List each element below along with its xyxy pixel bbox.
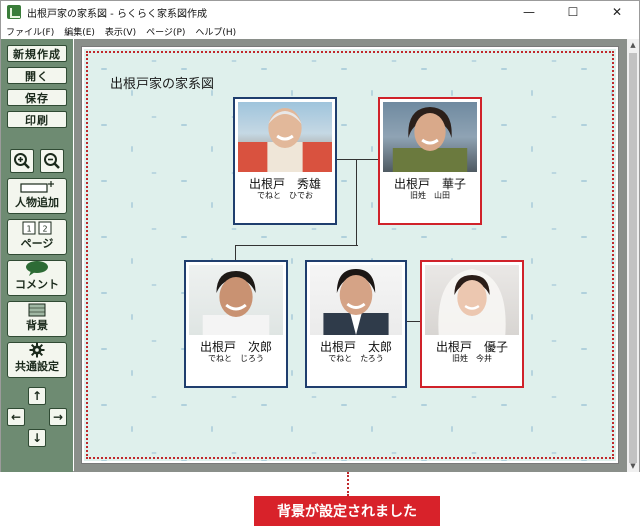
common-settings-button[interactable]: 共通設定: [7, 342, 67, 378]
common-settings-label: 共通設定: [15, 360, 59, 373]
sibling-line: [235, 245, 358, 246]
window-title: 出根戸家の家系図 - らくらく家系図作成: [27, 8, 207, 20]
background-label: 背景: [26, 319, 48, 332]
family-tree-page[interactable]: 出根戸家の家系図 出根戸 秀雄 でねと ひでお 出根戸 華子 旧姓 山田 出根戸…: [81, 46, 619, 464]
person-photo: [238, 102, 332, 172]
menu-edit[interactable]: 編集(E): [59, 25, 100, 38]
person-card-jiro[interactable]: 出根戸 次郎 でねと じろう: [184, 260, 288, 388]
arrow-left-icon: ←: [10, 410, 22, 424]
zoom-out-button[interactable]: [40, 149, 64, 173]
save-button[interactable]: 保存: [7, 89, 67, 106]
scroll-down-arrow-icon[interactable]: ▼: [627, 460, 639, 472]
arrow-up-icon: ↑: [31, 389, 43, 403]
scroll-up-button[interactable]: ↑: [28, 387, 46, 405]
selection-border: [86, 51, 614, 459]
background-button[interactable]: 背景: [7, 301, 67, 337]
person-card-yuko[interactable]: 出根戸 優子 旧姓 今井: [420, 260, 524, 388]
tool-sidebar: 新規作成 開く 保存 印刷 人物追加 1 2 ページ コメント 背景 共通設定 …: [1, 39, 73, 472]
add-person-button[interactable]: 人物追加: [7, 178, 67, 214]
page-label: ページ: [20, 237, 54, 250]
scroll-down-button[interactable]: ↓: [28, 429, 46, 447]
comment-button[interactable]: コメント: [7, 260, 67, 296]
scroll-up-arrow-icon[interactable]: ▲: [627, 39, 639, 51]
menu-page[interactable]: ページ(P): [141, 25, 190, 38]
canvas-area: 出根戸家の家系図 出根戸 秀雄 でねと ひでお 出根戸 華子 旧姓 山田 出根戸…: [74, 39, 627, 472]
person-card-hanako[interactable]: 出根戸 華子 旧姓 山田: [378, 97, 482, 225]
status-banner: 背景が設定されました: [254, 496, 440, 526]
descent-line: [356, 159, 357, 245]
portrait-image: [323, 269, 389, 335]
person-reading: でねと たろう: [328, 354, 384, 363]
app-icon: [7, 5, 21, 19]
callout-connector: [347, 472, 349, 496]
arrow-down-icon: ↓: [31, 431, 43, 445]
title-bar: 出根戸家の家系図 - らくらく家系図作成 — ☐ ✕: [1, 1, 639, 23]
person-reading: でねと じろう: [208, 354, 264, 363]
menu-help[interactable]: ヘルプ(H): [190, 25, 241, 38]
add-person-label: 人物追加: [15, 196, 59, 209]
minimize-button[interactable]: —: [507, 1, 551, 23]
close-button[interactable]: ✕: [595, 1, 639, 23]
person-reading: でねと ひでお: [257, 191, 313, 200]
scrollbar-thumb[interactable]: [629, 53, 637, 463]
comment-icon: [26, 261, 48, 276]
zoom-in-icon: [14, 153, 30, 169]
page-icon-num-1: 1: [26, 224, 31, 233]
zoom-out-icon: [44, 153, 60, 169]
open-button[interactable]: 開く: [7, 67, 67, 84]
portrait-image: [238, 108, 332, 172]
person-photo: [310, 265, 402, 335]
maximize-button[interactable]: ☐: [551, 1, 595, 23]
person-photo: [189, 265, 283, 335]
person-photo: [383, 102, 477, 172]
child-line-jiro: [235, 245, 236, 260]
person-maiden-name: 旧姓 山田: [410, 191, 450, 200]
person-maiden-name: 旧姓 今井: [452, 354, 492, 363]
marriage-line-parents: [337, 159, 378, 160]
app-window: 出根戸家の家系図 - らくらく家系図作成 — ☐ ✕ ファイル(F) 編集(E)…: [0, 0, 640, 472]
menu-view[interactable]: 表示(V): [100, 25, 141, 38]
menu-file[interactable]: ファイル(F): [1, 25, 59, 38]
page-icon: 1 2: [22, 221, 52, 234]
person-card-hideo[interactable]: 出根戸 秀雄 でねと ひでお: [233, 97, 337, 225]
background-icon: [28, 303, 46, 316]
add-person-icon: [20, 180, 54, 193]
portrait-image: [202, 271, 270, 335]
comment-label: コメント: [15, 278, 59, 291]
scroll-left-button[interactable]: ←: [7, 408, 25, 426]
arrow-right-icon: →: [52, 410, 64, 424]
marriage-line-taro: [407, 321, 420, 322]
page-button[interactable]: 1 2 ページ: [7, 219, 67, 255]
portrait-image: [392, 107, 468, 172]
portrait-image: [438, 269, 506, 335]
person-photo: [425, 265, 519, 335]
page-icon-num-2: 2: [42, 224, 47, 233]
gear-icon: [29, 342, 45, 358]
zoom-in-button[interactable]: [10, 149, 34, 173]
family-tree-title[interactable]: 出根戸家の家系図: [110, 73, 214, 92]
new-button[interactable]: 新規作成: [7, 45, 67, 62]
scroll-right-button[interactable]: →: [49, 408, 67, 426]
menu-bar: ファイル(F) 編集(E) 表示(V) ページ(P) ヘルプ(H): [1, 23, 639, 39]
person-card-taro[interactable]: 出根戸 太郎 でねと たろう: [305, 260, 407, 388]
print-button[interactable]: 印刷: [7, 111, 67, 128]
vertical-scrollbar[interactable]: ▲ ▼: [627, 39, 639, 472]
